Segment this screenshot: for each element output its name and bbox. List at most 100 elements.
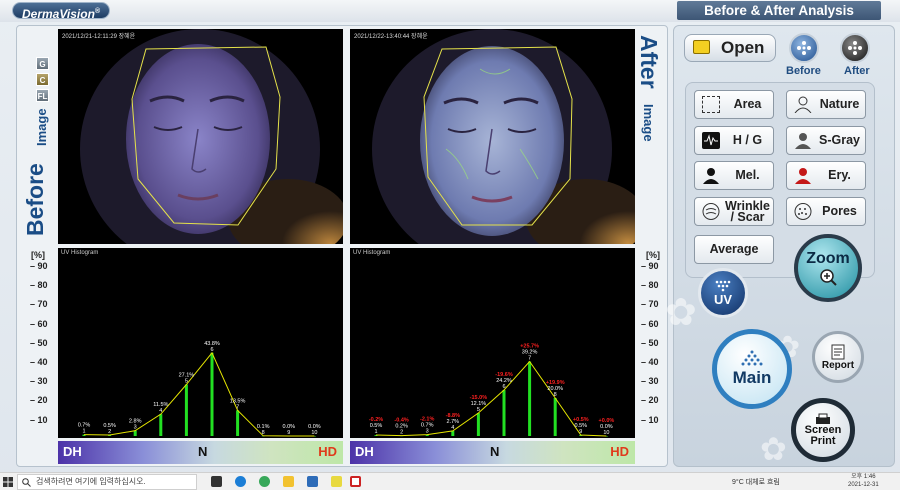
ery-button[interactable]: Ery. (786, 161, 866, 190)
histogram-bin-number: 6 (502, 384, 505, 390)
screen-print-button[interactable]: Screen Print (791, 398, 855, 462)
system-clock: 오후 1:46 2021-12-31 (848, 474, 879, 488)
y-axis-tick-label: – 70 (30, 299, 48, 310)
uv-dots-icon (715, 280, 731, 291)
histogram-bin-number: 7 (236, 404, 239, 410)
histogram-bar (159, 414, 163, 436)
s-gray-button[interactable]: S-Gray (786, 126, 866, 155)
mode-g-button[interactable]: G (36, 57, 49, 70)
histogram-bin-number: 9 (287, 430, 290, 436)
mode-fl-button[interactable]: FL (36, 89, 49, 102)
scale-dh-label: DH (63, 444, 82, 459)
y-axis-tick-label: – 80 (30, 280, 48, 291)
histogram-bin-number: 1 (374, 429, 377, 435)
histogram-trend-line (375, 360, 607, 437)
task-view-icon[interactable] (211, 476, 222, 487)
mode-c-button[interactable]: C (36, 73, 49, 86)
zoom-button[interactable]: Zoom (794, 234, 862, 302)
scale-dh-label: DH (355, 444, 374, 459)
histogram-change-label: -15.0% (470, 395, 488, 401)
taskbar-search-input[interactable]: 검색하려면 여기에 입력하십시오. (17, 474, 197, 490)
before-face-image[interactable]: 2021/12/21-12:11:29 장혜윤 (58, 29, 343, 244)
person-outline-icon (794, 96, 812, 113)
histogram-bar (451, 430, 455, 436)
dermavision-taskbar-icon[interactable] (350, 476, 361, 487)
after-y-axis: [%] – 90 – 80 – 70 – 60 – 50 – 40 – 30 – 20 – 10 (638, 250, 672, 438)
before-side-label: Before (22, 163, 48, 236)
title-bar: DermaVision® Before & After Analysis (0, 0, 900, 22)
y-axis-tick-label: – 20 (30, 395, 48, 406)
dermavision-logo: DermaVision® (12, 2, 111, 21)
chrome-browser-icon[interactable] (259, 476, 270, 487)
y-axis-tick-label: – 90 (641, 261, 659, 271)
before-scale-bar: DH N HD (58, 441, 343, 464)
after-face-photo (350, 29, 635, 244)
histogram-change-label: -8.8% (446, 413, 460, 419)
wrinkle-scar-button[interactable]: Wrinkle / Scar (694, 197, 774, 226)
after-histogram-chart: 0.5%1-0.2%0.2%2-0.4%0.7%3-2.1% 2.7%4-8.8%… (369, 344, 614, 437)
folder-icon (693, 40, 710, 54)
before-select-button[interactable] (789, 33, 819, 63)
histogram-change-label: +19.9% (546, 380, 565, 386)
histogram-bar (476, 413, 480, 436)
histogram-bin-number: 9 (579, 429, 582, 435)
y-axis-tick-label: – 90 (30, 261, 48, 271)
area-button[interactable]: Area (694, 90, 774, 119)
histogram-change-label: -0.4% (394, 418, 408, 424)
after-select-button[interactable] (840, 33, 870, 63)
y-axis-tick-label: – 20 (641, 395, 659, 406)
histogram-bin-number: 1 (82, 429, 85, 435)
histogram-bin-number: 5 (477, 407, 480, 413)
histogram-bin-number: 2 (108, 429, 111, 435)
app-icon[interactable] (307, 476, 318, 487)
histogram-change-label: -2.1% (420, 417, 434, 423)
weather-status: 9°C 대체로 흐림 (732, 479, 780, 486)
y-axis-tick-label: – 30 (641, 376, 659, 387)
pores-button[interactable]: Pores (786, 197, 866, 226)
person-red-icon (795, 168, 811, 184)
histogram-bin-number: 5 (185, 379, 188, 385)
y-axis-tick-label: – 10 (641, 414, 659, 425)
histogram-bin-number: 4 (451, 425, 454, 431)
uv-button[interactable]: UV (698, 268, 748, 318)
after-uv-histogram: UV Histogram 0.5% 1 -0.2% 0.2% 2 -0.4% 0.7% 3 -2… (350, 248, 635, 438)
after-timestamp: 2021/12/22-13:40:44 장혜윤 (354, 34, 428, 40)
y-axis-unit: [%] (646, 250, 660, 260)
histogram-bar (528, 361, 532, 436)
hg-button[interactable]: H / G (694, 126, 774, 155)
histogram-bar (210, 352, 214, 436)
before-image-label: Image (34, 108, 49, 146)
y-axis-unit: [%] (31, 250, 45, 260)
after-scale-bar: DH N HD (350, 441, 635, 464)
after-select-label: After (844, 65, 870, 77)
nature-button[interactable]: Nature (786, 90, 866, 119)
open-button[interactable]: Open (684, 34, 776, 62)
after-image-label: Image (641, 104, 656, 142)
before-select-label: Before (786, 65, 821, 77)
before-histogram-chart: 0.7%10.5%22.8%311.5%427.1%543.8%613.5%70… (78, 341, 321, 437)
windows-start-icon[interactable] (3, 477, 13, 487)
histogram-change-label: -0.2% (369, 417, 383, 423)
report-button[interactable]: Report (812, 331, 864, 383)
histogram-bin-number: 6 (210, 347, 213, 353)
y-axis-tick-label: – 10 (30, 414, 48, 425)
pyramid-dots-icon (741, 350, 763, 366)
crosshair-icon (848, 41, 862, 55)
y-axis-tick-label: – 30 (30, 376, 48, 387)
y-axis-tick-label: – 80 (641, 280, 659, 291)
mel-button[interactable]: Mel. (694, 161, 774, 190)
average-button[interactable]: Average (694, 235, 774, 264)
edge-browser-icon[interactable] (235, 476, 246, 487)
before-y-axis: [%] – 90 – 80 – 70 – 60 – 50 – 40 – 30 – 20 – 10 (22, 250, 56, 438)
crosshair-icon (797, 41, 811, 55)
main-button[interactable]: Main (712, 329, 792, 409)
file-explorer-icon[interactable] (283, 476, 294, 487)
after-face-image[interactable]: 2021/12/22-13:40:44 장혜윤 (350, 29, 635, 244)
histogram-bin-number: 8 (554, 392, 557, 398)
scale-n-label: N (198, 444, 208, 459)
before-uv-histogram: UV Histogram 0.7% 1 0.5% 2 2.8% 3 11.5% 4 27.1% 5… (58, 248, 343, 438)
search-icon (22, 478, 31, 487)
chat-app-icon[interactable] (331, 476, 342, 487)
scale-hd-label: HD (318, 444, 337, 459)
histogram-bar (184, 384, 188, 436)
